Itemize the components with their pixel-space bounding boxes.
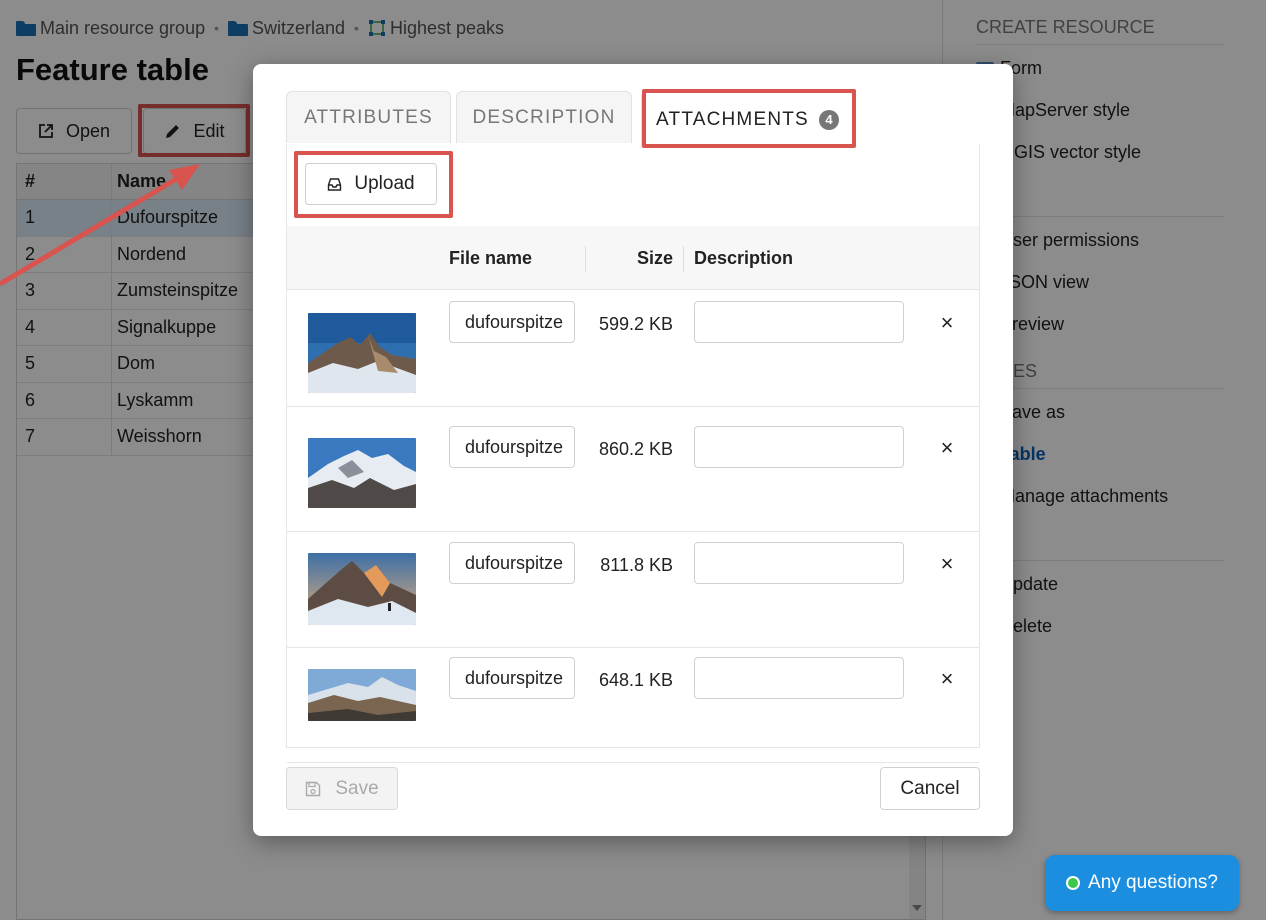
- file-size: 860.2 KB: [598, 439, 673, 459]
- attachment-row: dufourspitze 599.2 KB ×: [287, 291, 979, 407]
- file-size: 599.2 KB: [598, 314, 673, 334]
- save-button[interactable]: Save: [286, 767, 398, 810]
- attachment-row: dufourspitze 811.8 KB ×: [287, 532, 979, 648]
- attachments-dialog: ATTRIBUTES DESCRIPTION ATTACHMENTS 4 Upl…: [253, 64, 1013, 836]
- file-name-field[interactable]: dufourspitze: [449, 301, 575, 343]
- column-header-file-name: File name: [449, 247, 533, 268]
- help-chat-label: Any questions?: [1088, 872, 1218, 893]
- attachment-row: dufourspitze 860.2 KB ×: [287, 416, 979, 532]
- file-size: 648.1 KB: [598, 670, 673, 690]
- tab-attributes[interactable]: ATTRIBUTES: [286, 91, 451, 143]
- mountain-photo-thumbnail: [308, 669, 416, 721]
- mountain-photo-thumbnail: [308, 438, 416, 508]
- description-input[interactable]: [694, 426, 904, 468]
- description-input[interactable]: [694, 542, 904, 584]
- help-chat-button[interactable]: Any questions?: [1045, 855, 1239, 911]
- remove-attachment-icon[interactable]: ×: [937, 312, 957, 334]
- column-divider: [683, 246, 684, 272]
- floppy-disk-icon: [306, 781, 321, 796]
- attachment-row: dufourspitze 648.1 KB ×: [287, 647, 979, 763]
- save-button-label: Save: [335, 777, 379, 799]
- file-size: 811.8 KB: [600, 555, 673, 575]
- description-input[interactable]: [694, 657, 904, 699]
- mountain-photo-thumbnail: [308, 313, 416, 393]
- column-divider: [585, 246, 586, 272]
- attachment-thumbnail[interactable]: [308, 553, 416, 625]
- column-header-description: Description: [694, 247, 794, 268]
- remove-attachment-icon[interactable]: ×: [937, 668, 957, 690]
- mountain-photo-thumbnail: [308, 553, 416, 625]
- tab-description[interactable]: DESCRIPTION: [456, 91, 632, 143]
- attachments-tab-highlight-box: [642, 89, 856, 148]
- file-name-field[interactable]: dufourspitze: [449, 542, 575, 584]
- remove-attachment-icon[interactable]: ×: [937, 437, 957, 459]
- upload-highlight-box: [294, 151, 453, 218]
- attachment-thumbnail[interactable]: [308, 438, 416, 508]
- cancel-button[interactable]: Cancel: [880, 767, 980, 810]
- description-input[interactable]: [694, 301, 904, 343]
- file-name-field[interactable]: dufourspitze: [449, 657, 575, 699]
- online-status-icon: [1066, 876, 1081, 890]
- attachment-thumbnail[interactable]: [308, 669, 416, 721]
- attachments-table-header: File name Size Description: [287, 226, 979, 290]
- attachment-thumbnail[interactable]: [308, 313, 416, 393]
- file-name-field[interactable]: dufourspitze: [449, 426, 575, 468]
- column-header-size: Size: [637, 247, 674, 268]
- remove-attachment-icon[interactable]: ×: [937, 553, 957, 575]
